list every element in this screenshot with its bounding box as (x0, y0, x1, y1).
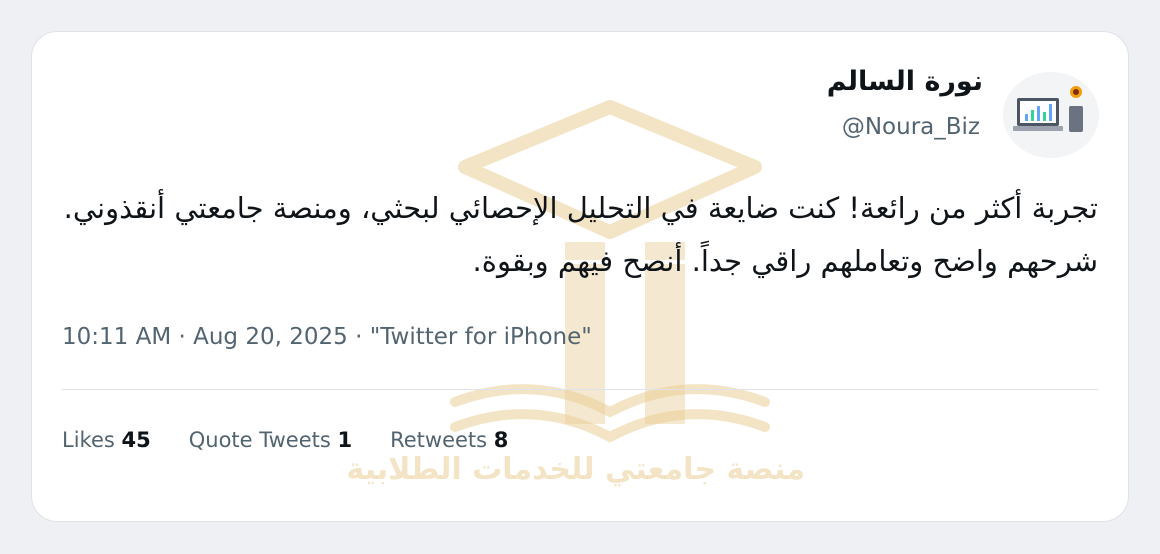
tweet-date[interactable]: Aug 20, 2025 (193, 324, 348, 350)
likes-count: 45 (121, 428, 151, 452)
tweet-source[interactable]: "Twitter for iPhone" (370, 324, 592, 350)
tweet-meta: 10:11 AM · Aug 20, 2025 · "Twitter for i… (62, 324, 592, 350)
avatar[interactable] (1003, 72, 1099, 158)
tweet-card: منصة جامعتي للخدمات الطلابية نورة السالم… (31, 31, 1129, 522)
likes-label: Likes (62, 428, 115, 452)
tweet-stats: Likes 45 Quote Tweets 1 Retweets 8 (62, 428, 546, 452)
separator-dot: · (178, 324, 194, 350)
retweets-count: 8 (493, 428, 509, 452)
tweet-time[interactable]: 10:11 AM (62, 324, 171, 350)
author-handle[interactable]: @Noura_Biz (842, 114, 980, 140)
quote-tweets-count: 1 (337, 428, 353, 452)
author-name[interactable]: نورة السالم (827, 66, 983, 97)
watermark-text: منصة جامعتي للخدمات الطلابية (346, 452, 805, 487)
separator-dot: · (355, 324, 370, 350)
retweets-stat[interactable]: Retweets 8 (390, 428, 508, 452)
laptop-chart-icon (1003, 72, 1099, 158)
quote-tweets-stat[interactable]: Quote Tweets 1 (189, 428, 352, 452)
divider (62, 389, 1098, 390)
likes-stat[interactable]: Likes 45 (62, 428, 151, 452)
tweet-text: تجربة أكثر من رائعة! كنت ضايعة في التحلي… (63, 191, 1098, 278)
retweets-label: Retweets (390, 428, 488, 452)
quote-tweets-label: Quote Tweets (188, 428, 331, 452)
